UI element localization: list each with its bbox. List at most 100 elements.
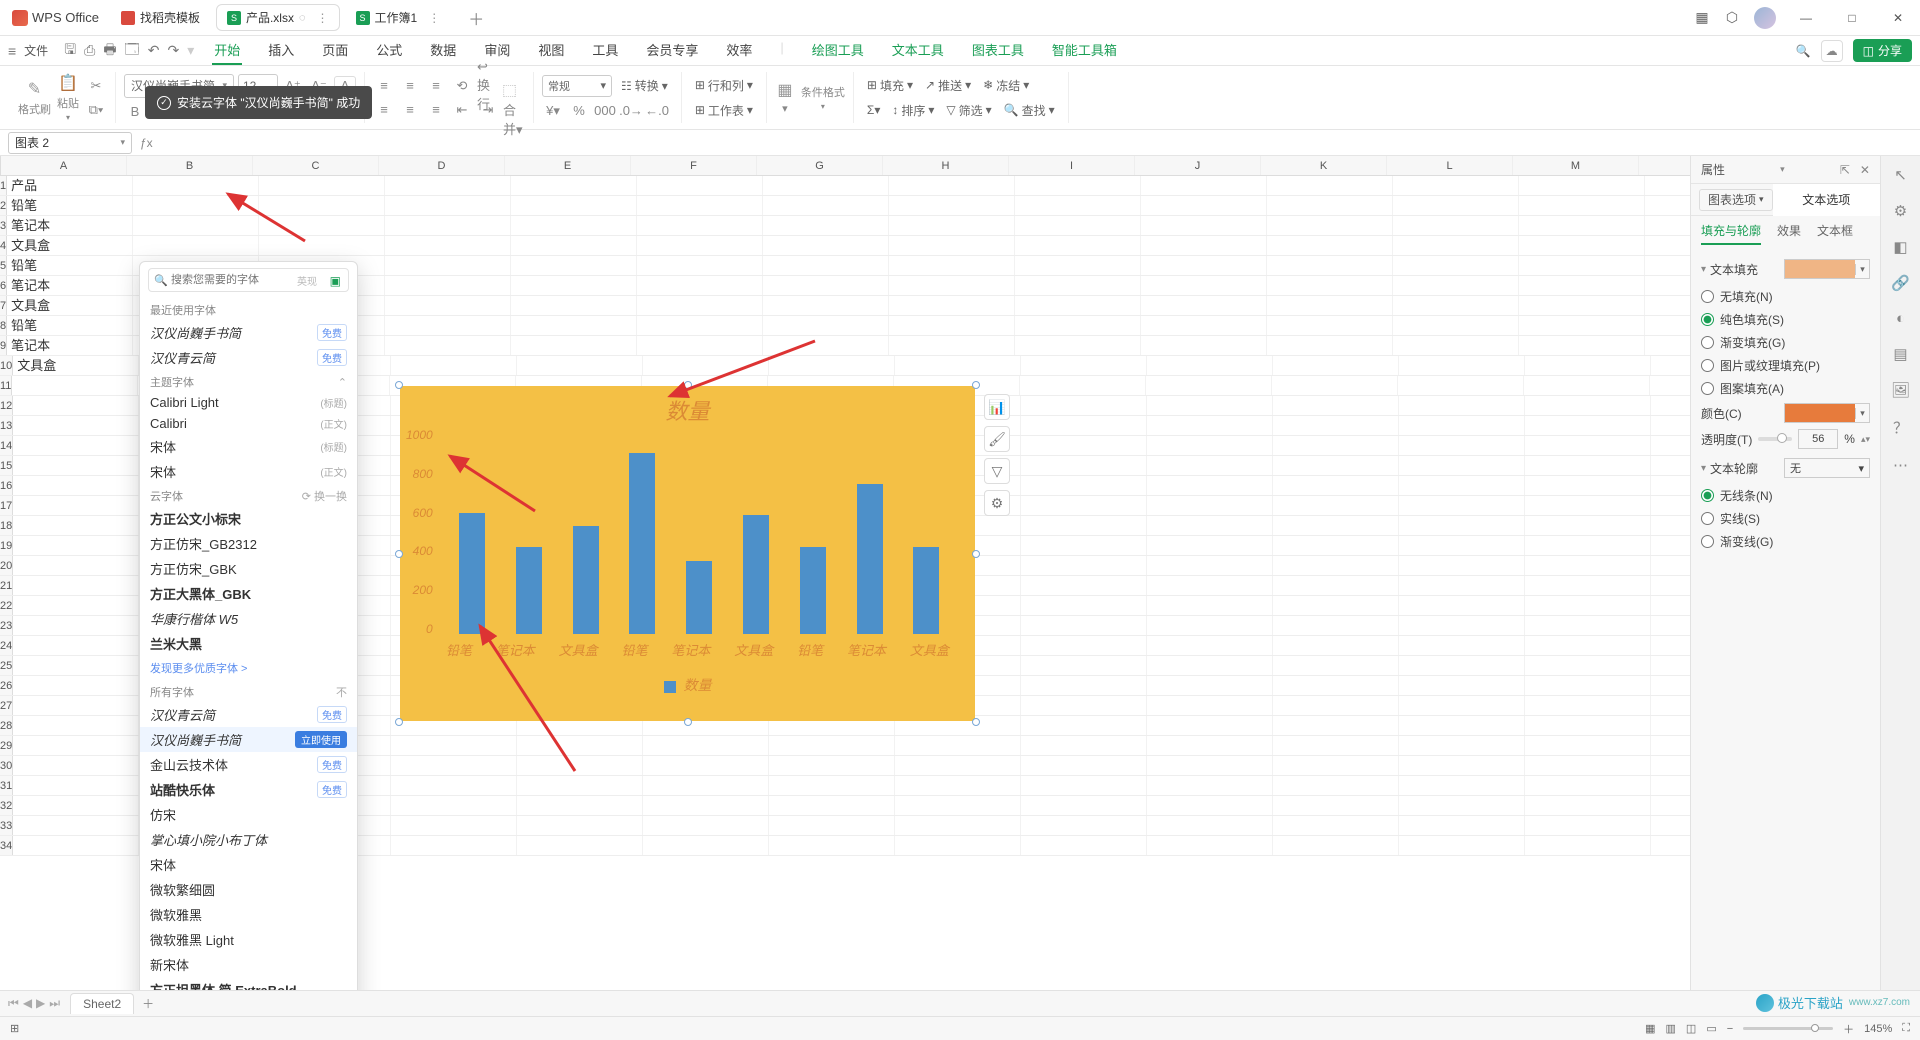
cell[interactable] — [895, 816, 1021, 835]
cell[interactable] — [391, 796, 517, 815]
more-fonts-link[interactable]: 发现更多优质字体 > — [140, 656, 357, 680]
cell[interactable] — [13, 596, 139, 615]
col-header[interactable]: L — [1387, 156, 1513, 175]
cell[interactable] — [1399, 756, 1525, 775]
name-box[interactable]: 图表 2▾ — [8, 132, 132, 154]
cell[interactable] — [1267, 216, 1393, 235]
cell[interactable] — [13, 656, 139, 675]
cell[interactable] — [1015, 336, 1141, 355]
cell[interactable] — [13, 696, 139, 715]
cell[interactable] — [1399, 476, 1525, 495]
chart-bar[interactable] — [800, 547, 826, 634]
chart-bar[interactable] — [913, 547, 939, 634]
cell[interactable] — [1398, 376, 1524, 395]
more-icon[interactable]: ⋯ — [1893, 456, 1908, 474]
cell[interactable] — [1147, 516, 1273, 535]
chart-style-icon[interactable]: 🖌 — [984, 426, 1010, 452]
cell[interactable] — [1651, 776, 1690, 795]
cell[interactable] — [1399, 776, 1525, 795]
table-style-button[interactable]: ▦▾ — [775, 80, 795, 115]
cell[interactable] — [1399, 816, 1525, 835]
cell[interactable]: 文具盒 — [13, 356, 139, 375]
chart-bar[interactable] — [573, 526, 599, 634]
cell[interactable] — [889, 196, 1015, 215]
cell[interactable] — [385, 256, 511, 275]
cell[interactable] — [1645, 236, 1690, 255]
font-item[interactable]: 方正仿宋_GBK — [140, 556, 357, 581]
layers-icon[interactable]: ◧ — [1893, 238, 1907, 256]
font-item[interactable]: 汉仪青云简免费 — [140, 702, 357, 727]
cell[interactable] — [13, 516, 139, 535]
cell[interactable] — [1525, 536, 1651, 555]
cell[interactable] — [1273, 776, 1399, 795]
cell[interactable] — [391, 736, 517, 755]
cell[interactable] — [1525, 456, 1651, 475]
row-header[interactable]: 23 — [0, 616, 13, 635]
cell[interactable] — [1021, 836, 1147, 855]
row-header[interactable]: 28 — [0, 716, 13, 735]
fill-button[interactable]: ⊞ 填充▾ — [862, 75, 918, 96]
convert-button[interactable]: ☷ 转换▾ — [616, 75, 673, 97]
cell[interactable] — [1015, 216, 1141, 235]
cell[interactable] — [1147, 736, 1273, 755]
font-item[interactable]: 汉仪尚巍手书简立即使用 — [140, 727, 357, 752]
align-right-icon[interactable]: ≡ — [425, 100, 447, 120]
cell[interactable] — [1021, 356, 1147, 375]
cell[interactable] — [1141, 216, 1267, 235]
cell[interactable] — [1273, 596, 1399, 615]
row-header[interactable]: 11 — [0, 376, 12, 395]
cell[interactable] — [1651, 416, 1690, 435]
merge-icon[interactable]: ⬚合并▾ — [503, 100, 525, 120]
row-header[interactable]: 22 — [0, 596, 13, 615]
cell[interactable] — [637, 276, 763, 295]
cell[interactable] — [1525, 576, 1651, 595]
cell[interactable] — [1021, 516, 1147, 535]
row-header[interactable]: 12 — [0, 396, 13, 415]
cell[interactable] — [1273, 396, 1399, 415]
cell[interactable] — [1525, 776, 1651, 795]
row-header[interactable]: 4 — [0, 236, 7, 255]
col-header[interactable]: C — [253, 156, 379, 175]
cell[interactable] — [1525, 636, 1651, 655]
cell[interactable] — [511, 236, 637, 255]
font-item[interactable]: 微软雅黑 Light — [140, 927, 357, 952]
font-item[interactable]: 微软繁细圆 — [140, 877, 357, 902]
print-icon[interactable]: 🖶 — [103, 39, 116, 63]
cell[interactable] — [1651, 836, 1690, 855]
cell[interactable] — [1645, 256, 1690, 275]
cell[interactable] — [1399, 796, 1525, 815]
link-icon[interactable]: 🔗 — [1891, 274, 1910, 292]
cell[interactable] — [1651, 356, 1690, 375]
cell[interactable] — [1273, 456, 1399, 475]
preview-icon[interactable]: 🗔 — [125, 39, 140, 63]
cell[interactable] — [1147, 456, 1273, 475]
cell[interactable] — [1021, 796, 1147, 815]
chart-elements-icon[interactable]: 📊 — [984, 394, 1010, 420]
save-icon[interactable]: 🖫 — [64, 39, 76, 63]
cell[interactable] — [763, 216, 889, 235]
font-item[interactable]: 站酷快乐体免费 — [140, 777, 357, 802]
cell[interactable] — [1147, 616, 1273, 635]
cell[interactable] — [1651, 436, 1690, 455]
cell[interactable] — [1519, 176, 1645, 195]
cell[interactable] — [889, 216, 1015, 235]
file-menu[interactable]: 文件 — [24, 42, 48, 59]
cell[interactable] — [1267, 296, 1393, 315]
cell[interactable] — [1273, 556, 1399, 575]
menu-插入[interactable]: 插入 — [266, 36, 296, 65]
cell[interactable] — [1267, 316, 1393, 335]
cell[interactable] — [1021, 816, 1147, 835]
chart-settings-icon[interactable]: ⚙ — [984, 490, 1010, 516]
cell[interactable] — [12, 376, 138, 395]
percent-icon[interactable]: % — [568, 101, 590, 121]
cell[interactable] — [1651, 536, 1690, 555]
row-header[interactable]: 30 — [0, 756, 13, 775]
cell[interactable] — [1021, 636, 1147, 655]
add-sheet-button[interactable]: ＋ — [142, 995, 154, 1012]
cell[interactable] — [517, 836, 643, 855]
row-header[interactable]: 24 — [0, 636, 13, 655]
row-header[interactable]: 13 — [0, 416, 13, 435]
cell[interactable] — [1525, 556, 1651, 575]
cell[interactable] — [637, 216, 763, 235]
cell[interactable] — [889, 236, 1015, 255]
